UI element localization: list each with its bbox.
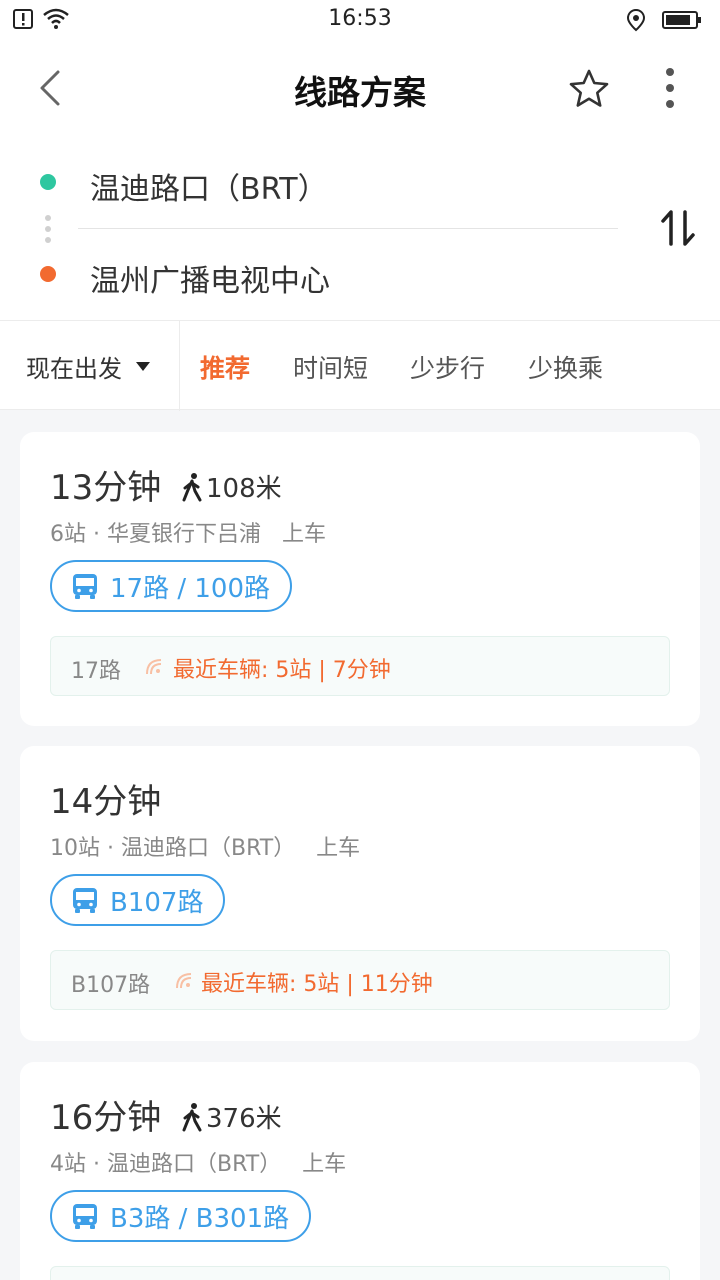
dropdown-arrow-icon <box>136 362 150 371</box>
walk-distance-text: 108米 <box>206 474 282 504</box>
route-endpoints: 温迪路口（BRT） 温州广播电视中心 <box>0 136 720 320</box>
bus-icon <box>73 888 97 913</box>
walk-distance: 376米 <box>180 1098 282 1135</box>
connector-dots-icon <box>45 215 51 243</box>
route-subtitle: 4站 · 温迪路口（BRT） 上车 <box>50 1152 347 1177</box>
realtime-arrival: 最近车辆: 5站 | 11分钟 <box>201 972 433 997</box>
route-divider <box>78 228 618 229</box>
depart-label: 现在出发 <box>26 355 122 383</box>
bus-lines-text: 17路 / 100路 <box>110 573 270 604</box>
status-right <box>626 8 702 32</box>
status-bar: 16:53 <box>0 0 720 40</box>
swap-icon[interactable] <box>660 208 696 248</box>
route-card[interactable]: 16分钟 376米 4站 · 温迪路口（BRT） 上车 B3路 / B301路 <box>20 1062 700 1280</box>
route-subtitle: 10站 · 温迪路口（BRT） 上车 <box>50 836 361 861</box>
route-card[interactable]: 14分钟 10站 · 温迪路口（BRT） 上车 B107路 B107路 最近车辆… <box>20 746 700 1041</box>
more-icon[interactable] <box>656 64 684 112</box>
walking-icon <box>182 1102 202 1131</box>
battery-icon <box>662 11 701 29</box>
realtime-line: 17路 <box>71 659 121 684</box>
tab-fewer-transfers[interactable]: 少换乘 <box>528 349 603 385</box>
route-card[interactable]: 13分钟 108米 6站 · 华夏银行下吕浦 上车 17路 / 100路 17路… <box>20 432 700 726</box>
end-location[interactable]: 温州广播电视中心 <box>90 256 330 300</box>
walk-distance-text: 376米 <box>206 1104 282 1134</box>
status-time: 16:53 <box>328 6 392 31</box>
realtime-signal-icon <box>176 973 192 989</box>
route-duration: 14分钟 <box>50 782 162 822</box>
route-duration: 13分钟 <box>50 468 162 508</box>
tab-recommended[interactable]: 推荐 <box>200 349 250 385</box>
realtime-info <box>50 1266 670 1280</box>
realtime-info: 17路 最近车辆: 5站 | 7分钟 <box>50 636 670 696</box>
start-dot-icon <box>40 174 56 190</box>
bus-lines-pill[interactable]: B107路 <box>50 874 226 926</box>
filter-bar: 现在出发 推荐 时间短 少步行 少换乘 <box>0 320 720 411</box>
realtime-line: B107路 <box>71 973 151 998</box>
bus-lines-text: B107路 <box>110 887 204 918</box>
walk-distance: 108米 <box>180 468 282 505</box>
page-title: 线路方案 <box>294 73 426 112</box>
realtime-signal-icon <box>146 659 162 675</box>
bus-lines-text: B3路 / B301路 <box>110 1203 290 1234</box>
bus-lines-pill[interactable]: 17路 / 100路 <box>50 560 292 612</box>
end-dot-icon <box>40 266 56 282</box>
nav-bar: 线路方案 <box>0 40 720 136</box>
depart-time-selector[interactable]: 现在出发 <box>26 349 150 384</box>
tab-shortest-time[interactable]: 时间短 <box>293 349 368 385</box>
route-subtitle: 6站 · 华夏银行下吕浦 上车 <box>50 522 326 547</box>
route-duration: 16分钟 <box>50 1098 162 1138</box>
star-icon[interactable] <box>566 66 612 112</box>
walking-icon <box>182 472 202 501</box>
bus-icon <box>73 574 97 599</box>
bus-icon <box>73 1204 97 1229</box>
start-location[interactable]: 温迪路口（BRT） <box>90 164 328 208</box>
bus-lines-pill[interactable]: B3路 / B301路 <box>50 1190 312 1242</box>
realtime-info: B107路 最近车辆: 5站 | 11分钟 <box>50 950 670 1010</box>
realtime-arrival: 最近车辆: 5站 | 7分钟 <box>173 658 391 683</box>
filter-separator <box>179 321 180 411</box>
location-icon <box>626 8 646 32</box>
tab-less-walking[interactable]: 少步行 <box>410 349 485 385</box>
